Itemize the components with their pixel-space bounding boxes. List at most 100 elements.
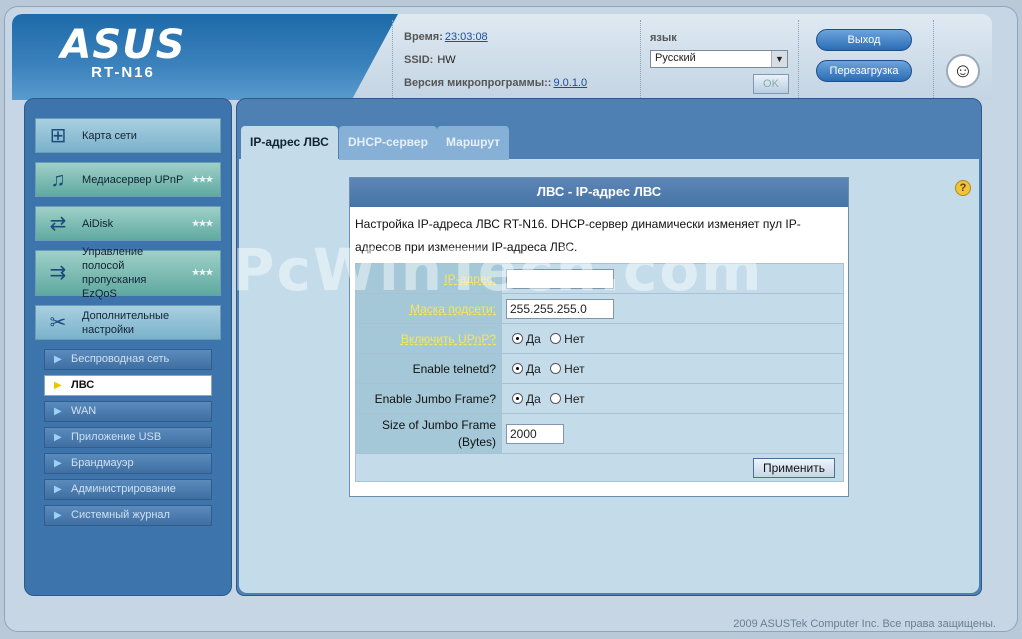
subnav-wan[interactable]: ▶ WAN: [44, 401, 212, 422]
firmware-link[interactable]: 9.0.1.0: [553, 77, 587, 89]
sidebar: ⊞ Карта сети ♫ Медиасервер UPnP ★★★ ⇄ Ai…: [24, 98, 232, 596]
copyright-text: 2009 ASUSTek Computer Inc. Все права защ…: [733, 618, 996, 630]
table-row: Включить UPnP? Да Нет: [355, 323, 844, 354]
ip-address-label[interactable]: IP-адрес:: [355, 263, 502, 294]
subnet-mask-label[interactable]: Маска подсети:: [355, 293, 502, 324]
model-name: RT-N16: [91, 64, 155, 81]
language-ok-button[interactable]: OK: [753, 74, 789, 94]
jumbo-frame-label: Enable Jumbo Frame?: [355, 383, 502, 414]
tab-route[interactable]: Маршрут: [437, 126, 510, 160]
stars-icon: ★★★: [191, 218, 214, 229]
tools-icon: ✂: [49, 311, 67, 334]
settings-table: IP-адрес: Маска подсети: 255.255.255.0 В…: [355, 263, 844, 482]
stars-icon: ★★★: [191, 267, 214, 279]
yes-label: Да: [526, 361, 541, 376]
time-label: Время:: [404, 31, 443, 43]
header-separator: [798, 20, 799, 98]
sidebar-item-upnp-media[interactable]: ♫ Медиасервер UPnP ★★★: [35, 162, 221, 197]
arrow-right-icon: ▶: [54, 458, 62, 469]
no-label: Нет: [564, 331, 585, 346]
no-label: Нет: [564, 391, 585, 406]
yes-label: Да: [526, 391, 541, 406]
subnav-label: Системный журнал: [71, 509, 170, 521]
time-row: Время: 23:03:08: [404, 31, 488, 43]
form-title: ЛВС - IP-адрес ЛВС: [350, 178, 848, 207]
jumbo-size-input[interactable]: 2000: [506, 423, 564, 444]
sidebar-item-ezqos[interactable]: ⇉ Управление полосой пропускания EzQoS ★…: [35, 246, 221, 300]
logout-button[interactable]: Выход: [816, 29, 912, 51]
subnav-label: Приложение USB: [71, 431, 162, 443]
sidebar-item-label: AiDisk: [82, 217, 114, 230]
sidebar-item-label: Карта сети: [82, 129, 137, 142]
form-description: Настройка IP-адреса ЛВС RT-N16. DHCP-сер…: [355, 217, 801, 254]
table-row: Enable Jumbo Frame? Да Нет: [355, 383, 844, 414]
dropdown-arrow-icon: ▼: [771, 51, 787, 67]
subnav-label: ЛВС: [71, 379, 95, 391]
firmware-label: Версия микропрограммы::: [404, 77, 552, 89]
subnav-label: Беспроводная сеть: [71, 353, 170, 365]
subnav-syslog[interactable]: ▶ Системный журнал: [44, 505, 212, 526]
table-row: Enable telnetd? Да Нет: [355, 353, 844, 384]
sidebar-item-label: Медиасервер UPnP: [82, 173, 184, 186]
arrow-right-icon: ▶: [54, 484, 62, 495]
sidebar-item-label: Управление полосой пропускания EzQoS: [82, 246, 147, 300]
jumbo-no-radio[interactable]: [550, 393, 562, 405]
sidebar-item-advanced[interactable]: ✂ Дополнительные настройки: [35, 305, 221, 340]
table-row: Маска подсети: 255.255.255.0: [355, 293, 844, 324]
tab-dhcp-server[interactable]: DHCP-сервер: [339, 126, 437, 160]
jumbo-size-label: Size of Jumbo Frame (Bytes): [355, 413, 502, 454]
ssid-value: HW: [437, 54, 456, 66]
header-separator: [392, 20, 393, 98]
arrow-right-icon: ▶: [54, 354, 62, 365]
help-icon[interactable]: ?: [955, 180, 971, 196]
apply-button[interactable]: Применить: [752, 457, 835, 478]
subnet-mask-input[interactable]: 255.255.255.0: [506, 298, 614, 319]
mascot-icon: ☺: [946, 54, 980, 88]
subnav-firewall[interactable]: ▶ Брандмауэр: [44, 453, 212, 474]
arrow-right-icon: ▶: [54, 380, 62, 391]
apply-row: Применить: [355, 453, 844, 482]
lan-ip-form: ЛВС - IP-адрес ЛВС Настройка IP-адреса Л…: [349, 177, 849, 497]
header-separator: [933, 20, 934, 98]
language-select[interactable]: Русский ▼: [650, 50, 788, 68]
telnet-yes-radio[interactable]: [512, 363, 523, 375]
qos-icon: ⇉: [49, 262, 67, 284]
upnp-label[interactable]: Включить UPnP?: [355, 323, 502, 354]
aidisk-icon: ⇄: [49, 212, 67, 235]
subnav-label: WAN: [71, 405, 97, 417]
sidebar-item-aidisk[interactable]: ⇄ AiDisk ★★★: [35, 206, 221, 241]
reboot-button[interactable]: Перезагрузка: [816, 60, 912, 82]
arrow-right-icon: ▶: [54, 510, 62, 521]
language-label: язык: [650, 32, 677, 44]
upnp-yes-radio[interactable]: [512, 333, 523, 345]
subnav-wireless[interactable]: ▶ Беспроводная сеть: [44, 349, 212, 370]
arrow-right-icon: ▶: [54, 406, 62, 417]
subnav-usb[interactable]: ▶ Приложение USB: [44, 427, 212, 448]
arrow-right-icon: ▶: [54, 432, 62, 443]
tab-lan-ip[interactable]: IP-адрес ЛВС: [241, 126, 338, 160]
no-label: Нет: [564, 361, 585, 376]
sidebar-item-network-map[interactable]: ⊞ Карта сети: [35, 118, 221, 153]
sidebar-item-label: Дополнительные настройки: [82, 309, 170, 336]
subnav-label: Администрирование: [71, 483, 176, 495]
telnet-no-radio[interactable]: [550, 363, 562, 375]
subnav-label: Брандмауэр: [71, 457, 134, 469]
upnp-no-radio[interactable]: [550, 333, 562, 345]
header-separator: [640, 20, 641, 98]
table-row: IP-адрес:: [355, 263, 844, 294]
subnav-lan[interactable]: ▶ ЛВС: [44, 375, 212, 396]
network-map-icon: ⊞: [49, 124, 67, 147]
jumbo-yes-radio[interactable]: [512, 393, 523, 405]
time-link[interactable]: 23:03:08: [445, 31, 488, 43]
table-row: Size of Jumbo Frame (Bytes) 2000: [355, 413, 844, 454]
telnet-label: Enable telnetd?: [355, 353, 502, 384]
language-selected: Русский: [655, 52, 696, 64]
stars-icon: ★★★: [191, 174, 214, 185]
media-server-icon: ♫: [50, 168, 66, 191]
firmware-row: Версия микропрограммы:: 9.0.1.0: [404, 77, 587, 89]
asus-logo: ASUS: [60, 22, 186, 68]
ssid-row: SSID: HW: [404, 54, 456, 66]
ip-address-input[interactable]: [506, 268, 614, 289]
ssid-label: SSID:: [404, 54, 434, 66]
subnav-administration[interactable]: ▶ Администрирование: [44, 479, 212, 500]
